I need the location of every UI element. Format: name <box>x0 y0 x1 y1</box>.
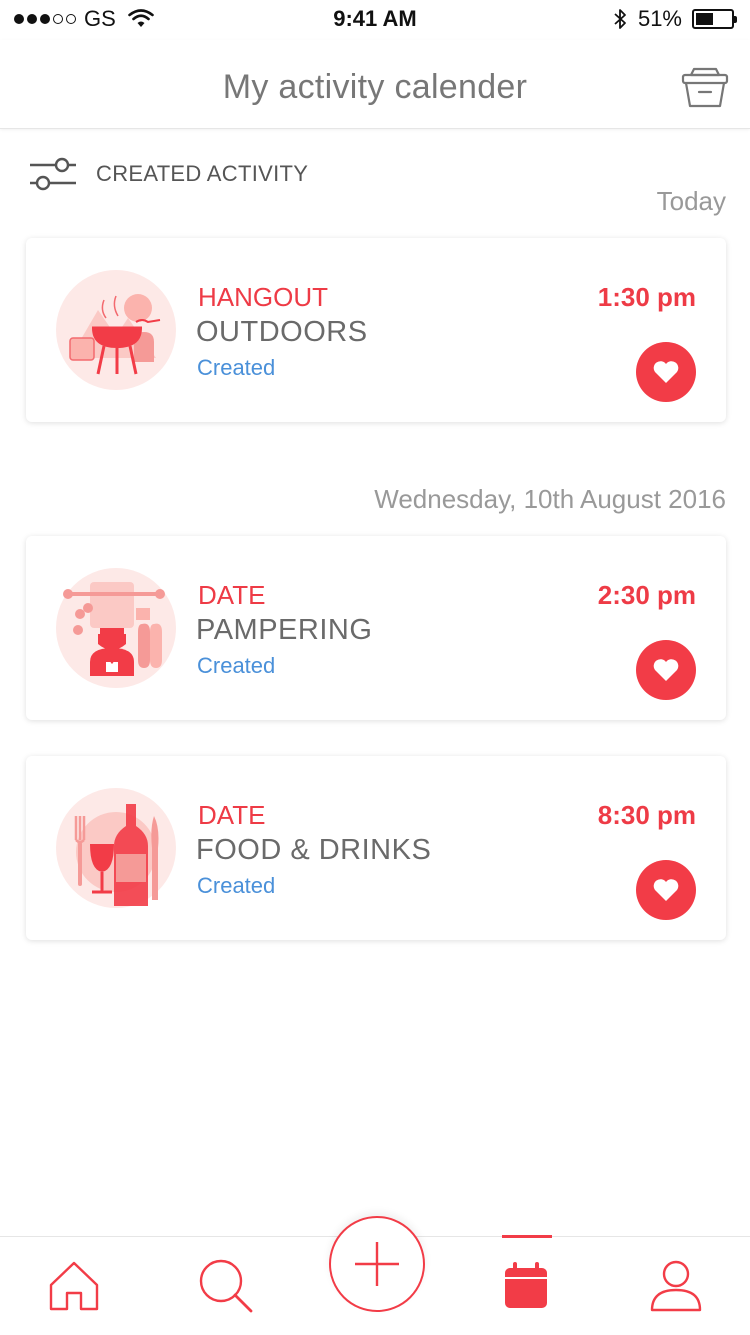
activity-category: HANGOUT <box>198 282 328 312</box>
activity-time: 8:30 pm <box>597 800 696 830</box>
activity-name: PAMPERING <box>196 614 373 646</box>
add-icon <box>355 1242 399 1286</box>
bluetooth-icon <box>614 9 626 29</box>
status-bar: GS 9:41 AM 51% <box>0 0 750 40</box>
activity-status: Created <box>197 653 276 678</box>
nav-profile[interactable] <box>646 1255 706 1315</box>
active-tab-indicator <box>502 1235 552 1238</box>
battery-level <box>696 13 714 25</box>
nav-calendar[interactable] <box>496 1255 556 1315</box>
nav-home[interactable] <box>44 1255 104 1315</box>
filter-label: CREATED ACTIVITY <box>96 161 309 186</box>
status-right: 51% <box>612 6 737 32</box>
activity-time: 1:30 pm <box>597 282 696 312</box>
created-activity-filter[interactable]: CREATED ACTIVITY <box>28 154 308 194</box>
basket-icon <box>681 67 729 108</box>
heart-icon <box>653 659 679 681</box>
app-header: My activity calender <box>0 40 750 129</box>
activity-category: DATE <box>198 800 266 830</box>
activity-name: OUTDOORS <box>196 316 368 348</box>
activity-card[interactable]: DATE FOOD & DRINKS Created 8:30 pm <box>26 756 726 940</box>
date-heading: Today <box>656 186 726 216</box>
home-icon <box>49 1261 99 1311</box>
activity-time: 2:30 pm <box>597 580 696 610</box>
activity-status: Created <box>197 355 276 380</box>
battery-percent: 51% <box>637 6 682 31</box>
date-heading: Wednesday, 10th August 2016 <box>374 484 726 514</box>
activity-card[interactable]: HANGOUT OUTDOORS Created 1:30 pm <box>26 238 726 422</box>
sliders-icon <box>30 157 76 191</box>
nav-search[interactable] <box>196 1255 256 1315</box>
page-title: My activity calender <box>222 68 528 106</box>
activity-status: Created <box>197 873 276 898</box>
favorite-button[interactable] <box>636 342 696 402</box>
calendar-icon <box>505 1262 547 1308</box>
favorite-button[interactable] <box>636 640 696 700</box>
heart-icon <box>653 879 679 901</box>
heart-icon <box>653 361 679 383</box>
food-drinks-icon <box>56 788 176 908</box>
favorite-button[interactable] <box>636 860 696 920</box>
battery-icon <box>692 9 737 29</box>
activity-name: FOOD & DRINKS <box>196 834 432 866</box>
add-activity-button[interactable] <box>329 1216 425 1312</box>
pampering-spa-icon <box>56 568 176 688</box>
search-icon <box>199 1259 253 1313</box>
basket-button[interactable] <box>680 66 730 110</box>
activity-card[interactable]: DATE PAMPERING Created 2:30 pm <box>26 536 726 720</box>
activity-category: DATE <box>198 580 266 610</box>
outdoors-bbq-icon <box>56 270 176 390</box>
profile-icon <box>650 1260 702 1312</box>
